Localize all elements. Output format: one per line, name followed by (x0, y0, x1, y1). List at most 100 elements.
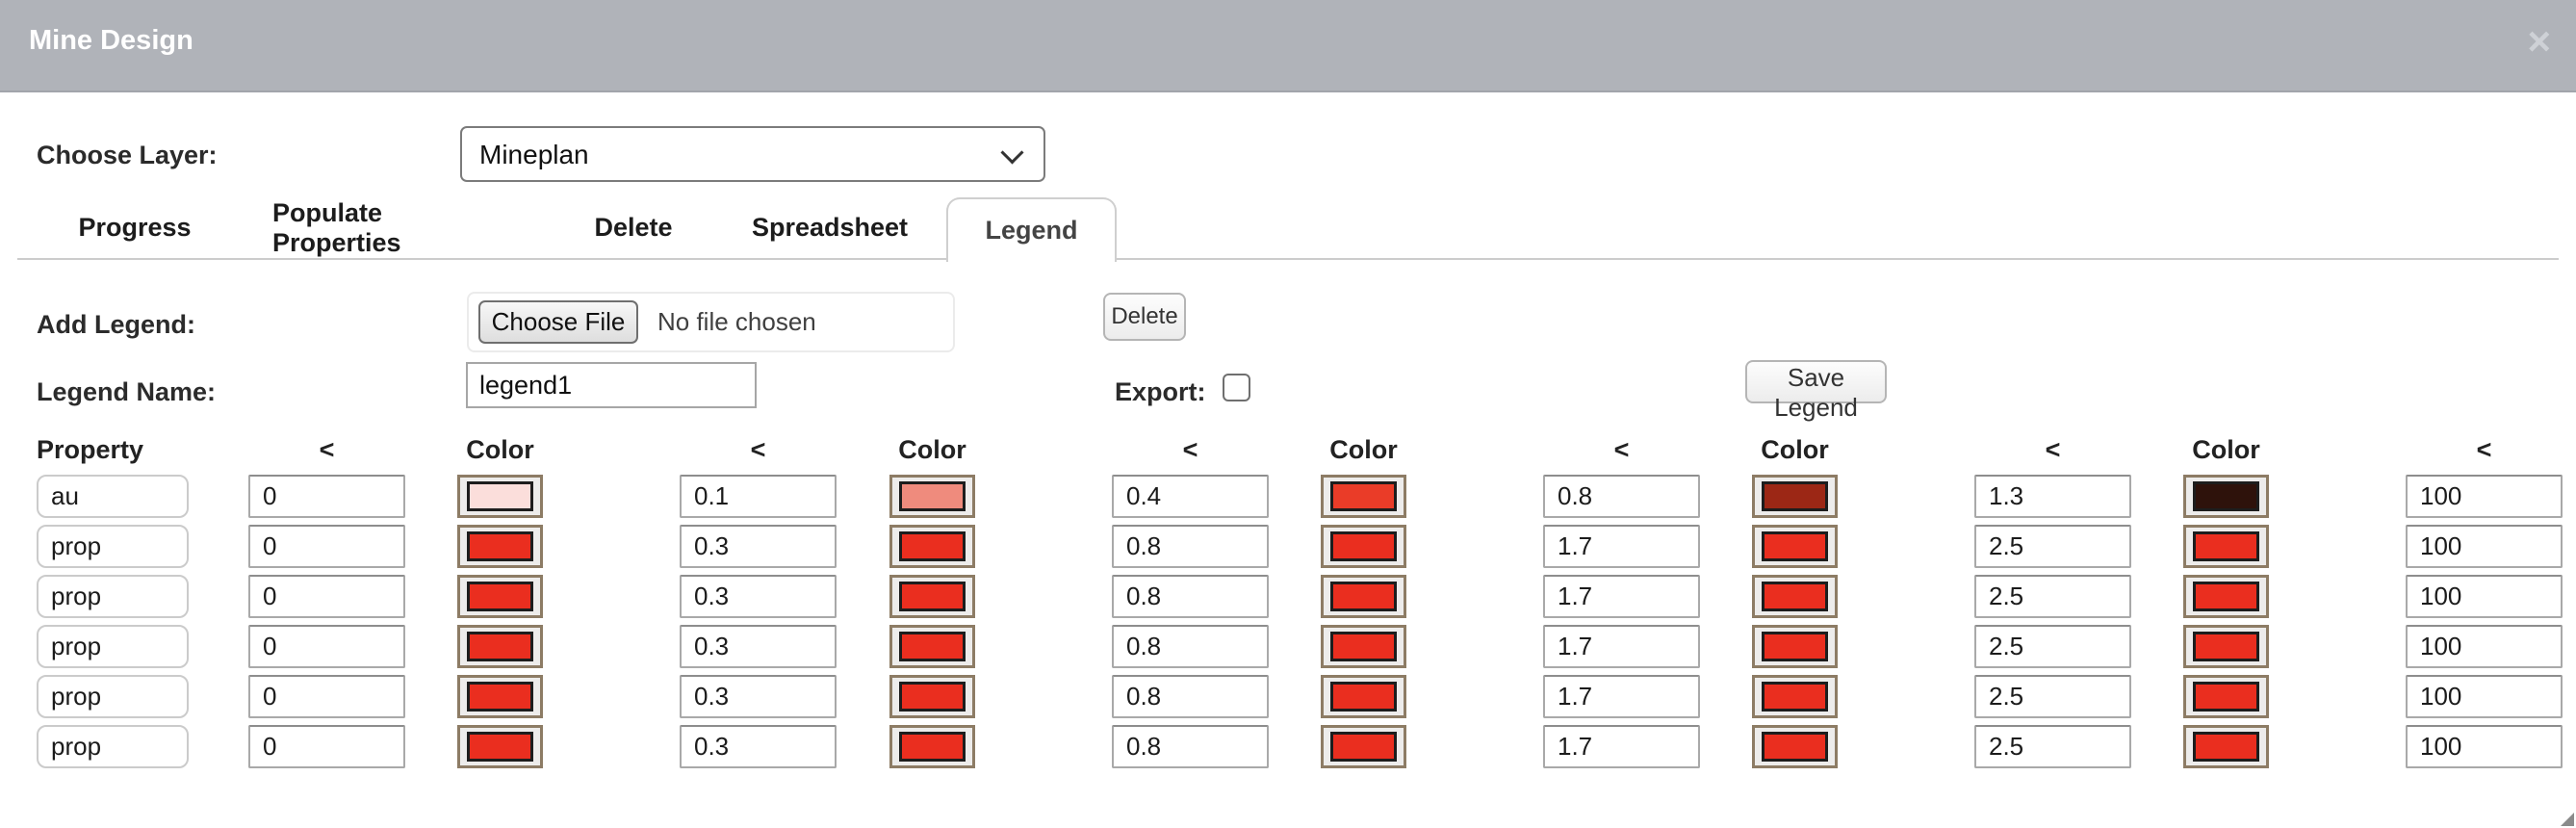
color-swatch-button[interactable] (1321, 575, 1406, 618)
tab-spreadsheet[interactable]: Spreadsheet (751, 197, 909, 258)
mine-design-dialog: Mine Design × Choose Layer: Mineplan Pro… (0, 0, 2576, 828)
color-swatch-fill (2193, 582, 2259, 611)
property-input[interactable] (37, 625, 189, 668)
color-swatch-button[interactable] (889, 675, 975, 718)
threshold-input[interactable] (2406, 725, 2563, 768)
color-swatch-button[interactable] (457, 625, 543, 668)
title-bar: Mine Design × (0, 0, 2576, 92)
color-swatch-button[interactable] (889, 525, 975, 568)
threshold-input[interactable] (2406, 675, 2563, 718)
color-swatch-button[interactable] (2183, 475, 2269, 518)
tab-delete[interactable]: Delete (593, 197, 674, 258)
color-swatch-button[interactable] (2183, 675, 2269, 718)
legend-file-input[interactable]: Choose File No file chosen (467, 292, 955, 352)
color-swatch-button[interactable] (1321, 725, 1406, 768)
threshold-input[interactable] (1112, 675, 1269, 718)
color-swatch-button[interactable] (889, 575, 975, 618)
threshold-input[interactable] (1543, 475, 1700, 518)
threshold-input[interactable] (1974, 475, 2131, 518)
threshold-input[interactable] (680, 675, 837, 718)
color-swatch-button[interactable] (1752, 475, 1838, 518)
color-swatch-button[interactable] (2183, 525, 2269, 568)
property-input[interactable] (37, 525, 189, 568)
color-swatch-button[interactable] (1752, 725, 1838, 768)
threshold-input[interactable] (2406, 475, 2563, 518)
threshold-input[interactable] (680, 525, 837, 568)
threshold-input[interactable] (248, 525, 405, 568)
add-legend-label: Add Legend: (37, 310, 195, 340)
color-swatch-button[interactable] (457, 725, 543, 768)
threshold-input[interactable] (1112, 525, 1269, 568)
threshold-input[interactable] (1543, 575, 1700, 618)
color-swatch-fill (2193, 732, 2259, 762)
legend-name-input[interactable] (466, 362, 757, 408)
choose-file-button[interactable]: Choose File (478, 300, 638, 344)
header-lt-0: < (248, 435, 405, 465)
color-swatch-button[interactable] (889, 475, 975, 518)
threshold-input[interactable] (1112, 575, 1269, 618)
property-input[interactable] (37, 725, 189, 768)
threshold-input[interactable] (1974, 525, 2131, 568)
threshold-input[interactable] (680, 725, 837, 768)
threshold-input[interactable] (1543, 625, 1700, 668)
color-swatch-button[interactable] (1321, 525, 1406, 568)
threshold-input[interactable] (1112, 625, 1269, 668)
threshold-input[interactable] (1112, 725, 1269, 768)
delete-legend-button[interactable]: Delete (1103, 293, 1186, 341)
color-swatch-button[interactable] (1321, 675, 1406, 718)
property-input[interactable] (37, 475, 189, 518)
threshold-input[interactable] (1543, 675, 1700, 718)
color-swatch-fill (2193, 481, 2259, 511)
threshold-input[interactable] (248, 725, 405, 768)
color-swatch-button[interactable] (1752, 675, 1838, 718)
threshold-input[interactable] (248, 625, 405, 668)
table-row (0, 575, 2576, 618)
property-input[interactable] (37, 575, 189, 618)
tab-legend[interactable]: Legend (946, 197, 1117, 262)
threshold-input[interactable] (1974, 625, 2131, 668)
threshold-input[interactable] (248, 475, 405, 518)
color-swatch-button[interactable] (457, 675, 543, 718)
color-swatch-fill (1762, 632, 1828, 661)
threshold-input[interactable] (1543, 525, 1700, 568)
color-swatch-button[interactable] (889, 725, 975, 768)
threshold-input[interactable] (2406, 525, 2563, 568)
color-swatch-fill (1762, 481, 1828, 511)
tab-progress[interactable]: Progress (77, 197, 193, 258)
threshold-input[interactable] (680, 575, 837, 618)
color-swatch-button[interactable] (457, 525, 543, 568)
threshold-input[interactable] (248, 675, 405, 718)
threshold-input[interactable] (2406, 625, 2563, 668)
color-swatch-fill (1330, 732, 1397, 762)
save-legend-button[interactable]: Save Legend (1745, 360, 1887, 403)
color-swatch-button[interactable] (1321, 625, 1406, 668)
threshold-input[interactable] (248, 575, 405, 618)
color-swatch-button[interactable] (1752, 525, 1838, 568)
color-swatch-button[interactable] (457, 475, 543, 518)
color-swatch-button[interactable] (1752, 625, 1838, 668)
color-swatch-button[interactable] (457, 575, 543, 618)
threshold-input[interactable] (1974, 575, 2131, 618)
export-checkbox[interactable] (1223, 374, 1250, 401)
color-swatch-button[interactable] (889, 625, 975, 668)
layer-select[interactable]: Mineplan (460, 126, 1045, 182)
threshold-input[interactable] (1974, 675, 2131, 718)
window-title: Mine Design (29, 25, 193, 57)
color-swatch-fill (2193, 632, 2259, 661)
threshold-input[interactable] (1974, 725, 2131, 768)
resize-grip-icon[interactable] (2561, 813, 2574, 826)
threshold-input[interactable] (1543, 725, 1700, 768)
tab-populate-properties[interactable]: Populate Properties (272, 197, 511, 258)
threshold-input[interactable] (680, 625, 837, 668)
property-input[interactable] (37, 675, 189, 718)
color-swatch-button[interactable] (2183, 575, 2269, 618)
color-swatch-button[interactable] (2183, 725, 2269, 768)
threshold-input[interactable] (1112, 475, 1269, 518)
color-swatch-fill (1330, 481, 1397, 511)
color-swatch-button[interactable] (1321, 475, 1406, 518)
color-swatch-button[interactable] (2183, 625, 2269, 668)
close-icon[interactable]: × (2527, 21, 2551, 62)
color-swatch-button[interactable] (1752, 575, 1838, 618)
threshold-input[interactable] (680, 475, 837, 518)
threshold-input[interactable] (2406, 575, 2563, 618)
